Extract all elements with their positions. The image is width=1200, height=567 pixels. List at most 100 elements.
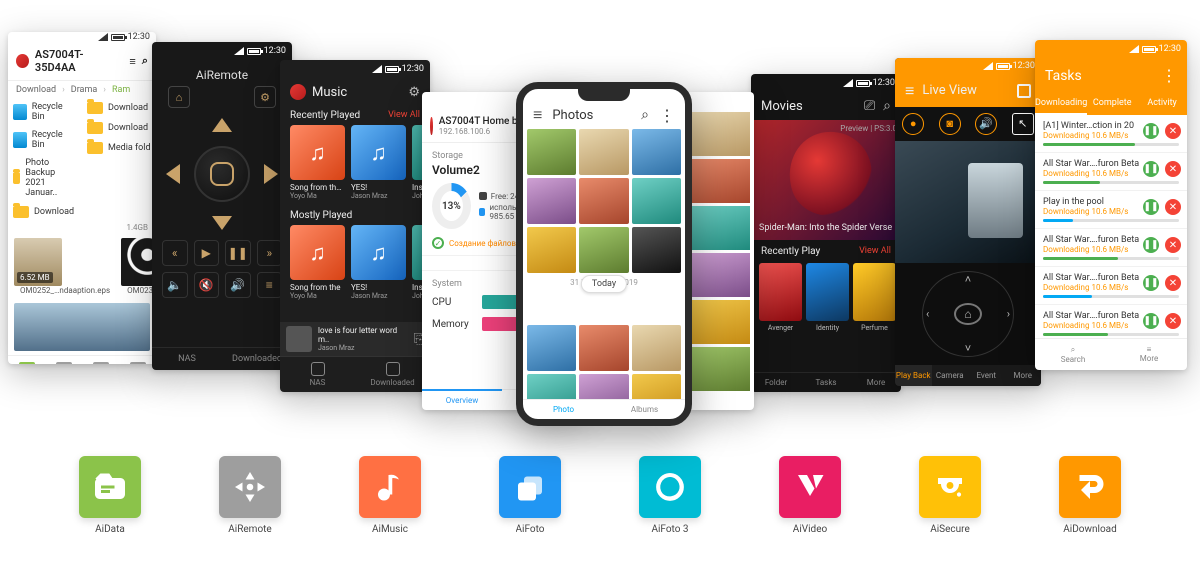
mute-button[interactable]: 🔇: [194, 272, 220, 298]
file-thumbnail[interactable]: [121, 238, 156, 286]
photo-thumb[interactable]: [690, 159, 750, 203]
cast-icon[interactable]: ⎚: [864, 98, 875, 114]
list-item[interactable]: Recycle Bin: [13, 99, 77, 125]
app-aivideo[interactable]: AiVideo: [779, 456, 841, 535]
ptz-left[interactable]: ‹: [926, 307, 929, 320]
play-button[interactable]: ▶: [194, 240, 220, 266]
task-item[interactable]: All Star War….furon BetaDownloading 10.6…: [1035, 229, 1187, 267]
nav-search[interactable]: ⌕Search: [1035, 339, 1111, 370]
pause-button[interactable]: ❚❚: [1143, 313, 1159, 329]
pause-button[interactable]: ❚❚: [1143, 237, 1159, 253]
cancel-button[interactable]: ✕: [1165, 161, 1181, 177]
photo-thumb[interactable]: [527, 325, 576, 371]
file-thumbnail[interactable]: 6.52 MB: [14, 238, 62, 286]
app-airemote[interactable]: AiRemote: [219, 456, 281, 535]
nav-nas[interactable]: NAS: [280, 357, 355, 392]
ptz-right[interactable]: ›: [1007, 307, 1010, 320]
breadcrumb[interactable]: Download› Drama› Ram: [8, 81, 156, 99]
record-button[interactable]: ●: [902, 113, 924, 135]
audio-button[interactable]: 🔊: [975, 113, 997, 135]
task-item[interactable]: [A1] Winter…ction in 20Downloading 10.6 …: [1035, 115, 1187, 153]
pause-button[interactable]: ❚❚: [1143, 123, 1159, 139]
crumb[interactable]: Download: [16, 85, 56, 95]
ptz-home[interactable]: ⌂: [954, 303, 982, 325]
more-icon[interactable]: ⋮: [659, 106, 675, 125]
vol-down-button[interactable]: 🔈: [162, 272, 188, 298]
tab-activity[interactable]: Activity: [1137, 93, 1187, 115]
app-aisecure[interactable]: AiSecure: [919, 456, 981, 535]
photo-thumb[interactable]: [579, 325, 628, 371]
tab-complete[interactable]: Complete: [1087, 93, 1137, 115]
list-item[interactable]: Download: [87, 99, 151, 117]
photo-thumb[interactable]: [632, 178, 681, 224]
cancel-button[interactable]: ✕: [1165, 313, 1181, 329]
movie-card[interactable]: Perfume: [853, 263, 896, 332]
tab-downloading[interactable]: Downloading: [1035, 93, 1087, 115]
dpad-up[interactable]: [212, 118, 232, 132]
photo-thumb[interactable]: [632, 129, 681, 175]
next-button[interactable]: »: [257, 240, 283, 266]
list-item[interactable]: Download: [87, 119, 151, 137]
nav-albums[interactable]: Albums: [604, 400, 685, 419]
nav-tasks[interactable]: Tasks: [801, 373, 851, 392]
dpad-left[interactable]: [166, 164, 180, 184]
photo-thumb[interactable]: [690, 253, 750, 297]
task-item[interactable]: All Star War….furon BetaDownloading 10.6…: [1035, 305, 1187, 338]
nav-overview[interactable]: Overview: [422, 389, 502, 410]
more-icon[interactable]: ⋮: [1161, 66, 1177, 85]
photo-thumb[interactable]: [690, 112, 750, 156]
photo-thumb[interactable]: [579, 227, 628, 273]
photo-thumb[interactable]: [632, 325, 681, 371]
nav-downloaded[interactable]: Downloaded: [355, 357, 430, 392]
photo-thumb[interactable]: [527, 374, 576, 399]
nav-more[interactable]: ⋯: [119, 356, 156, 364]
app-aifoto[interactable]: AiFoto: [499, 456, 561, 535]
nav-photo[interactable]: Photo: [523, 400, 604, 419]
ptz-up[interactable]: ˄: [965, 273, 971, 286]
pause-button[interactable]: ❚❚: [1143, 161, 1159, 177]
movie-card[interactable]: Identity: [806, 263, 849, 332]
today-chip[interactable]: Today: [581, 275, 627, 293]
photo-thumb[interactable]: [690, 347, 750, 391]
track-card[interactable]: ♫YES!Jason Mraz: [351, 125, 406, 200]
photo-thumb[interactable]: [579, 374, 628, 399]
settings-button[interactable]: ⚙: [254, 86, 276, 108]
list-item[interactable]: Recycle Bin: [13, 127, 77, 153]
task-item[interactable]: Play in the poolDownloading 10.6 MB/s❚❚✕: [1035, 191, 1187, 229]
cancel-button[interactable]: ✕: [1165, 237, 1181, 253]
search-icon[interactable]: ⌕: [641, 107, 649, 123]
app-aidownload[interactable]: AiDownload: [1059, 456, 1121, 535]
search-icon[interactable]: ⌕: [142, 54, 148, 68]
photo-thumb[interactable]: [527, 129, 576, 175]
cancel-button[interactable]: ✕: [1165, 199, 1181, 215]
nav-playback[interactable]: Play Back: [895, 365, 932, 386]
app-aimusic[interactable]: AiMusic: [359, 456, 421, 535]
photo-thumb[interactable]: [579, 178, 628, 224]
settings-icon[interactable]: ⚙: [408, 85, 420, 100]
track-card[interactable]: ♫Song from the Arc of LifeYoyo Ma: [290, 125, 345, 200]
list-button[interactable]: ≡: [257, 272, 283, 298]
now-playing-bar[interactable]: love is four letter word m..Jason Mraz ⎘: [280, 322, 430, 356]
photo-thumb[interactable]: [632, 227, 681, 273]
prev-button[interactable]: «: [162, 240, 188, 266]
view-all-link[interactable]: View All: [859, 246, 891, 257]
menu-icon[interactable]: ≡: [533, 105, 542, 125]
photo-thumb[interactable]: [527, 227, 576, 273]
nav-more[interactable]: ≡More: [1111, 339, 1187, 370]
photo-thumb[interactable]: [632, 374, 681, 399]
photo-thumb[interactable]: [527, 178, 576, 224]
snapshot-button[interactable]: ◙: [939, 113, 961, 135]
pointer-button[interactable]: ↖: [1012, 113, 1034, 135]
nav-folder[interactable]: Folder: [751, 373, 801, 392]
layout-icon[interactable]: [1017, 84, 1031, 98]
pause-button[interactable]: ❚❚: [1143, 275, 1159, 291]
nav-nas[interactable]: NAS: [152, 348, 222, 370]
nav-event[interactable]: Event: [968, 365, 1005, 386]
file-thumbnail[interactable]: [14, 303, 150, 351]
list-item[interactable]: Photo Backup 2021 Januar..: [13, 155, 77, 201]
app-aifoto 3[interactable]: AiFoto 3: [639, 456, 701, 535]
menu-icon[interactable]: ≡: [129, 55, 135, 68]
task-item[interactable]: All Star War….furon BetaDownloading 10.6…: [1035, 153, 1187, 191]
home-button[interactable]: ⌂: [168, 86, 190, 108]
track-card[interactable]: ♫YES!Jason Mraz: [351, 225, 406, 300]
